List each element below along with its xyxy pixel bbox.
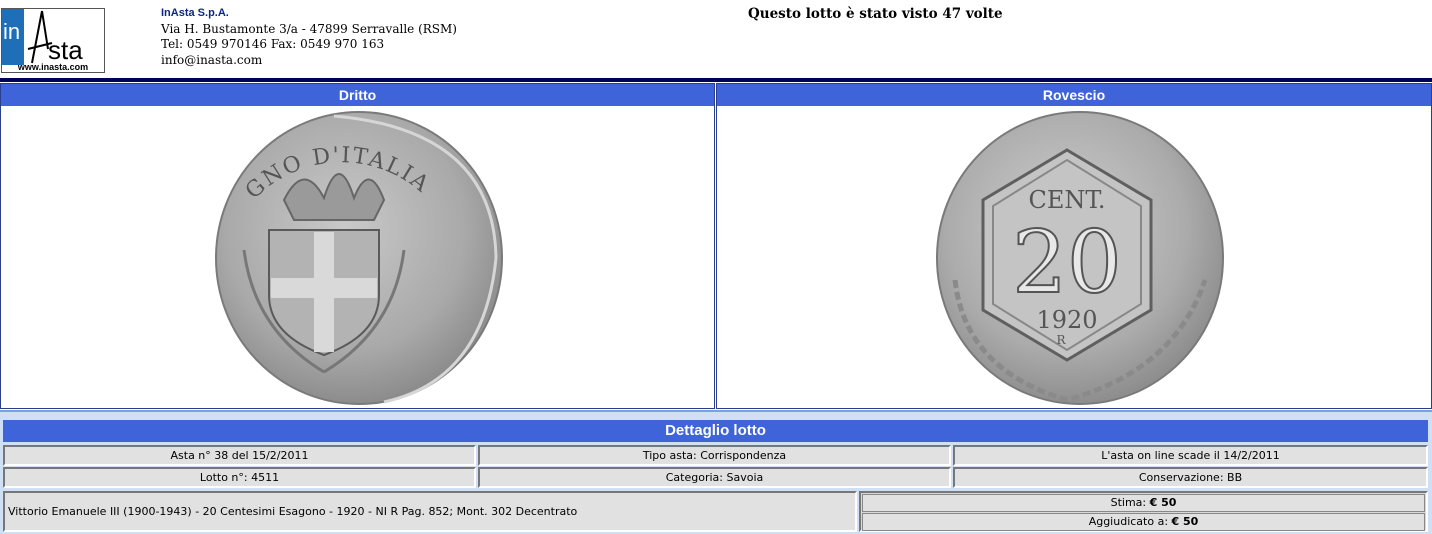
company-info: InAsta S.p.A. Via H. Bustamonte 3/a - 47… [161,6,457,68]
hammer-price-label: Aggiudicato a: [1088,515,1172,528]
reverse-coin-image[interactable]: CENT. 20 1920 R [935,110,1225,410]
auction-number: Asta n° 38 del 15/2/2011 [3,445,476,466]
reverse-cent-label: CENT. [1029,186,1106,214]
reverse-title: Rovescio [717,84,1431,106]
inasta-logo[interactable]: in sta www.inasta.com [1,8,105,73]
price-box: Stima: € 50 Aggiudicato a: € 50 [859,491,1428,532]
company-name: InAsta S.p.A. [161,7,229,19]
auction-deadline: L'asta on line scade il 14/2/2011 [953,445,1428,466]
obverse-title: Dritto [1,84,714,106]
reverse-year: 1920 [1036,306,1097,334]
auction-type: Tipo asta: Corrispondenza [478,445,951,466]
obverse-coin-image[interactable]: GNO D'ITALIA [214,110,504,410]
logo-mark: in sta [2,9,83,65]
header-divider [0,78,1432,82]
lot-detail-section: Dettaglio lotto Asta n° 38 del 15/2/2011… [0,410,1432,534]
lot-condition: Conservazione: BB [953,467,1428,488]
reverse-value: 20 [1012,213,1121,313]
lot-number: Lotto n°: 4511 [3,467,476,488]
logo-url: www.inasta.com [17,62,89,72]
lot-description: Vittorio Emanuele III (1900-1943) - 20 C… [3,491,857,532]
company-email[interactable]: info@inasta.com [161,53,457,69]
svg-text:in: in [3,19,20,44]
estimate-value: € 50 [1149,496,1177,509]
hammer-price-line: Aggiudicato a: € 50 [862,513,1425,531]
lot-category: Categoria: Savoia [478,467,951,488]
svg-text:sta: sta [48,35,83,65]
lot-detail-title: Dettaglio lotto [3,420,1428,442]
view-counter: Questo lotto è stato visto 47 volte [748,6,1003,22]
estimate-line: Stima: € 50 [862,494,1425,512]
estimate-label: Stima: [1110,496,1150,509]
reverse-mint-mark: R [1056,333,1066,347]
reverse-panel: Rovescio CENT. 20 1920 R [716,83,1432,409]
obverse-panel: Dritto GNO D'ITALIA [0,83,715,409]
company-address: Via H. Bustamonte 3/a - 47899 Serravalle… [161,21,457,36]
company-phones: Tel: 0549 970146 Fax: 0549 970 163 [161,37,385,51]
hammer-price-value: € 50 [1171,515,1199,528]
